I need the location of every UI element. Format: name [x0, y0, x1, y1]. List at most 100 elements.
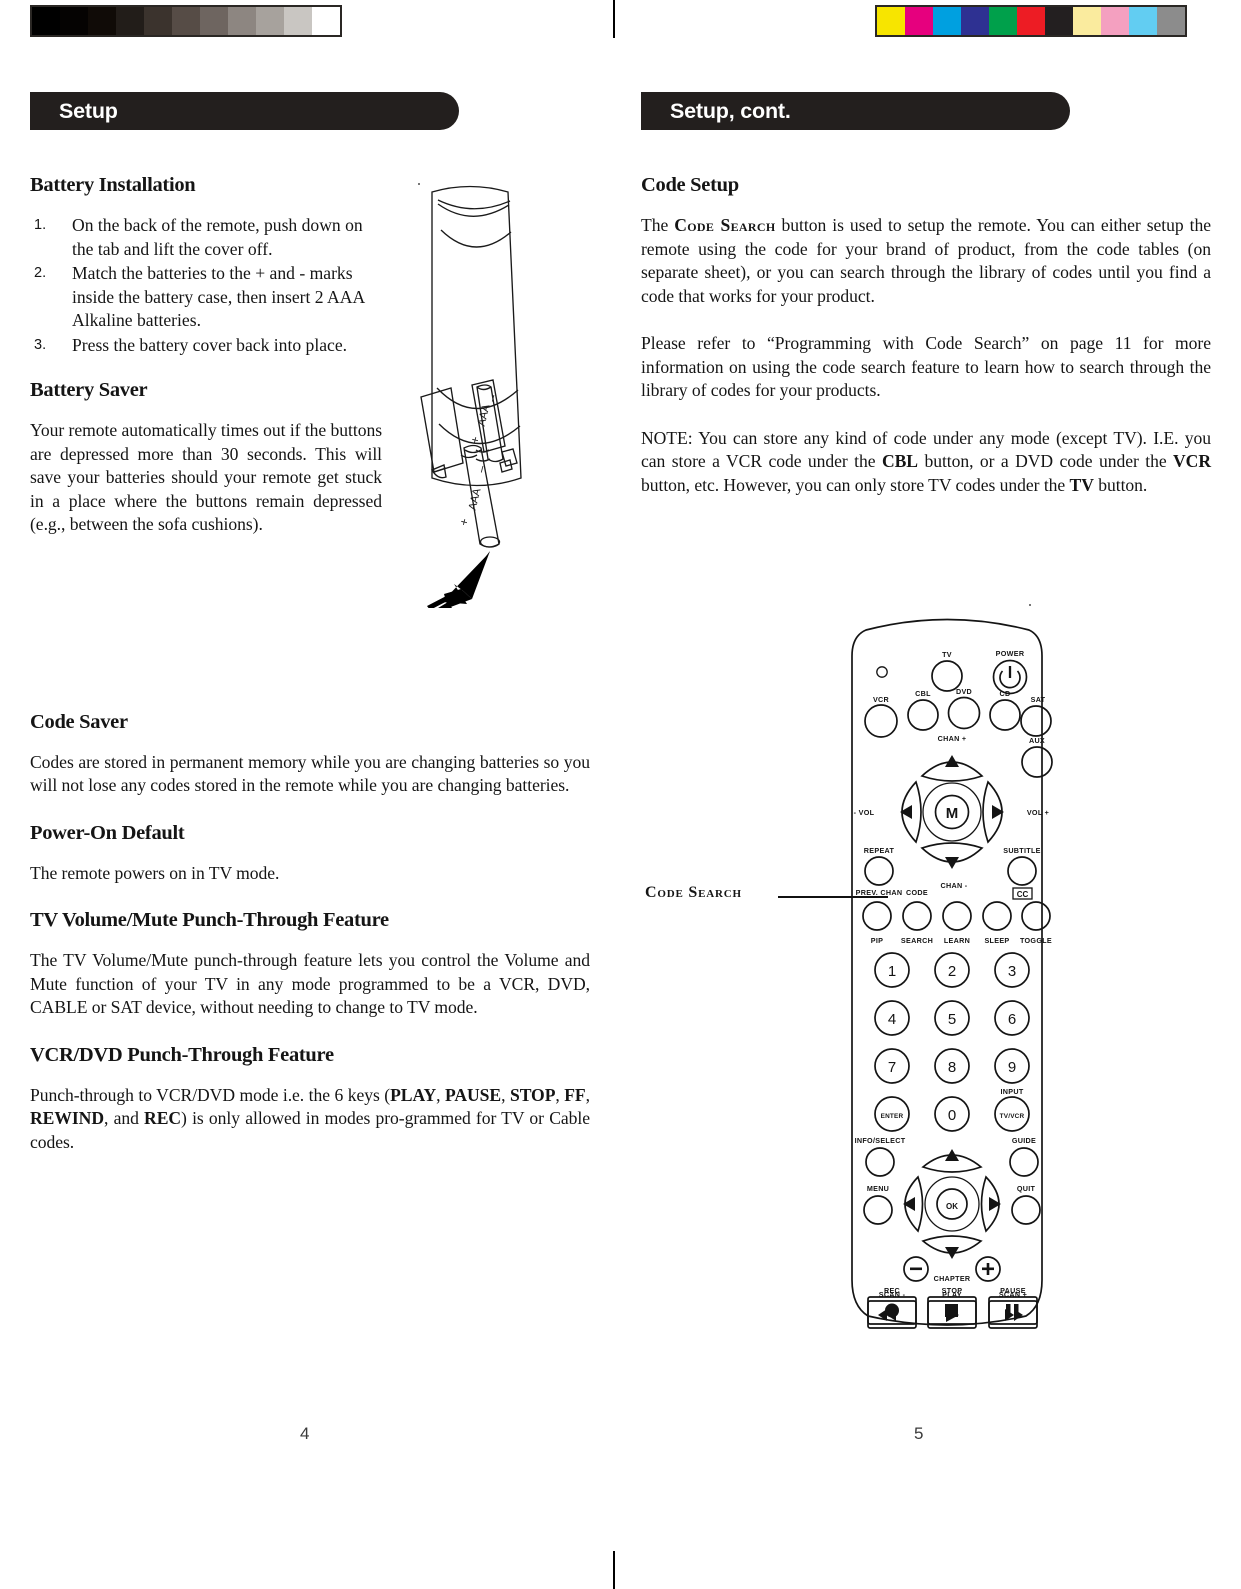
led-indicator [876, 666, 888, 678]
button-subtitle[interactable] [1007, 856, 1037, 886]
button-sat[interactable] [1020, 705, 1052, 737]
paragraph-code-saver: Codes are stored in permanent memory whi… [30, 751, 590, 796]
label-pause: PAUSE [1000, 1286, 1026, 1295]
step-number: 3. [34, 336, 47, 353]
triangle-up-icon [945, 755, 959, 767]
label-prev-chan: PREV. CHAN [856, 888, 903, 897]
list-item: 1. On the back of the remote, push down … [30, 214, 382, 261]
label-chan-down: CHAN - [941, 881, 968, 890]
label-input: INPUT [1000, 1087, 1023, 1096]
emphasis: FF [564, 1084, 586, 1105]
button-quit[interactable] [1011, 1195, 1041, 1225]
step-text: Press the battery cover back into place. [72, 334, 348, 355]
crop-mark-top [613, 0, 615, 38]
label-learn: LEARN [944, 936, 970, 945]
callout-label-code-search: Code Search [645, 884, 742, 901]
banner-title: Setup, cont. [670, 98, 791, 123]
list-item: 2. Match the batteries to the + and - ma… [30, 262, 382, 333]
label-volume-down: - VOL [854, 808, 875, 817]
scanned-manual-page: Setup Battery Installation 1. On the bac… [0, 0, 1241, 1589]
calibration-swatch-7 [228, 7, 256, 35]
label-rec: REC [884, 1286, 900, 1295]
triangle-down-icon [945, 857, 959, 869]
label-power: POWER [996, 649, 1025, 658]
button-repeat[interactable] [864, 856, 894, 886]
battery-label-aaa: AAA [467, 487, 484, 512]
section-banner-setup-cont: Setup, cont. [641, 92, 1070, 130]
button-toggle[interactable] [1021, 901, 1051, 931]
label-0: 0 [948, 1107, 956, 1124]
label-4: 4 [888, 1011, 896, 1028]
button-pause[interactable] [988, 1296, 1038, 1325]
emphasis: PAUSE [444, 1084, 502, 1105]
banner-title: Setup [59, 98, 118, 123]
label-guide: GUIDE [1012, 1136, 1036, 1145]
transport-row-record: .bl3 { fill:none; stroke:#141414; stroke… [867, 1286, 1038, 1325]
paragraph-tv-volume-mute: The TV Volume/Mute punch-through feature… [30, 950, 590, 1017]
calibration-swatch-4 [144, 7, 172, 35]
label-info-select: INFO/SELECT [855, 1136, 906, 1145]
calibration-swatch-2 [88, 7, 116, 35]
paragraph-code-setup-reference: Please refer to “Programming with Code S… [641, 333, 1211, 400]
emphasis: REWIND [30, 1108, 104, 1128]
emphasis: VCR [1173, 451, 1211, 471]
polarity-plus: + [456, 517, 471, 527]
label-chan-up: CHAN + [938, 734, 967, 743]
stop-icon [945, 1304, 958, 1317]
button-vcr[interactable] [864, 704, 898, 738]
label-subtitle: SUBTITLE [1003, 846, 1041, 855]
label-quit: QUIT [1017, 1184, 1036, 1193]
label-code: CODE [906, 888, 928, 897]
emphasis: PLAY [390, 1084, 437, 1105]
label-toggle: TOGGLE [1020, 936, 1052, 945]
button-learn[interactable] [942, 901, 972, 931]
calibration-swatch-0 [32, 7, 60, 35]
label-stop: STOP [942, 1286, 963, 1295]
heading-vcr-dvd-punch-through: VCR/DVD Punch-Through Feature [30, 1043, 334, 1066]
paragraph-code-setup-note: NOTE: You can store any kind of code und… [641, 427, 1211, 495]
button-sleep[interactable] [982, 901, 1012, 931]
heading-power-on-default: Power-On Default [30, 821, 185, 844]
label-9: 9 [1008, 1059, 1016, 1076]
emphasis: REC [144, 1108, 182, 1128]
button-menu[interactable] [863, 1195, 893, 1225]
button-code-search[interactable] [902, 901, 932, 931]
calibration-swatch-0 [877, 7, 905, 35]
step-number: 1. [34, 217, 47, 233]
calibration-swatch-10 [312, 7, 340, 35]
button-cd[interactable] [989, 699, 1021, 731]
calibration-swatch-1 [905, 7, 933, 35]
calibration-swatch-8 [1101, 7, 1129, 35]
label-2: 2 [948, 963, 956, 980]
page-number-left: 4 [300, 1424, 310, 1443]
pause-icon [1006, 1304, 1019, 1317]
calibration-swatch-6 [1045, 7, 1073, 35]
section-banner-setup: Setup [30, 92, 459, 130]
label-ok: OK [946, 1202, 958, 1211]
right-page-column: Setup, cont. Code Setup The Code Search … [641, 92, 1211, 521]
button-info-select[interactable] [865, 1147, 895, 1177]
step-number: 2. [34, 265, 47, 281]
label-dvd: DVD [956, 687, 972, 696]
color-calibration-strip [875, 5, 1187, 37]
button-guide[interactable] [1009, 1147, 1039, 1177]
emphasis: STOP [509, 1084, 556, 1105]
label-6: 6 [1008, 1011, 1016, 1028]
universal-remote-diagram: .bl { fill:none; stroke:#141414; stroke-… [851, 618, 1053, 1329]
button-cbl[interactable] [907, 699, 939, 731]
calibration-swatch-5 [1017, 7, 1045, 35]
calibration-swatch-2 [933, 7, 961, 35]
battery-label-aaa: AAA [476, 403, 493, 428]
inline-button-name-code-search: Code Search [674, 215, 776, 235]
battery-installation-steps: 1. On the back of the remote, push down … [30, 214, 382, 357]
polarity-minus: – [474, 464, 489, 474]
button-aux[interactable] [1021, 746, 1053, 778]
paragraph-power-on-default: The remote powers on in TV mode. [30, 862, 280, 883]
calibration-swatch-7 [1073, 7, 1101, 35]
button-dvd[interactable] [947, 696, 981, 730]
label-8: 8 [948, 1059, 956, 1076]
page-number-right: 5 [914, 1424, 924, 1443]
button-pip[interactable] [862, 901, 892, 931]
minus-icon [910, 1267, 922, 1271]
label-tv: TV [942, 650, 952, 659]
